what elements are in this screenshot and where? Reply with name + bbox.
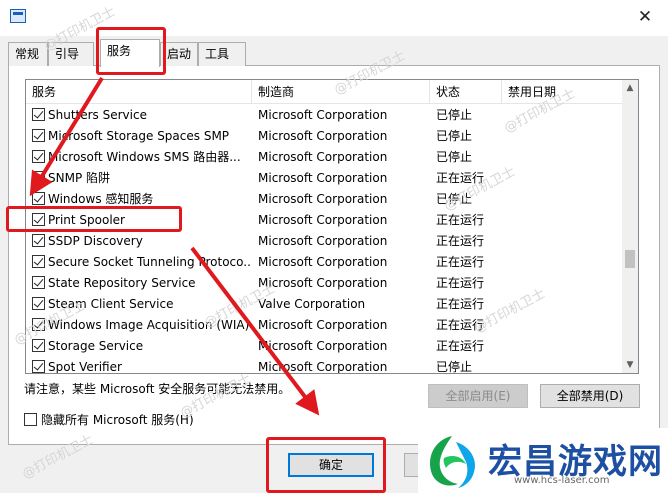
system-config-app-icon xyxy=(10,9,26,23)
table-row[interactable]: Windows 感知服务 Microsoft Corporation 已停止 xyxy=(26,189,622,210)
services-list[interactable]: 服务 制造商 状态 禁用日期 Shutters Service Microsoft… xyxy=(25,79,639,374)
service-name: Steam Client Service xyxy=(48,297,174,311)
service-name: Windows 感知服务 xyxy=(48,192,154,206)
service-checkbox[interactable] xyxy=(32,360,45,373)
column-manufacturer[interactable]: 制造商 xyxy=(252,80,430,104)
table-row[interactable]: Print Spooler Microsoft Corporation 正在运行 xyxy=(26,210,622,231)
table-row[interactable]: Microsoft Windows SMS 路由器... Microsoft Co… xyxy=(26,147,622,168)
service-status: 已停止 xyxy=(436,192,473,206)
tab-general[interactable]: 常规 xyxy=(8,42,48,66)
service-name: Shutters Service xyxy=(48,108,147,122)
scroll-thumb[interactable] xyxy=(625,250,635,268)
close-icon[interactable]: ✕ xyxy=(630,4,660,30)
service-manufacturer: Microsoft Corporation xyxy=(258,192,388,206)
service-manufacturer: Microsoft Corporation xyxy=(258,255,388,269)
enable-all-button[interactable]: 全部启用(E) xyxy=(428,384,528,408)
service-status: 已停止 xyxy=(436,150,473,164)
ok-button[interactable]: 确定 xyxy=(288,453,374,477)
tab-services[interactable]: 服务 xyxy=(100,39,160,67)
service-name: State Repository Service xyxy=(48,276,196,290)
column-status[interactable]: 状态 xyxy=(430,80,502,104)
service-status: 正在运行 xyxy=(436,297,485,311)
service-manufacturer: Microsoft Corporation xyxy=(258,171,388,185)
table-row[interactable]: Shutters Service Microsoft Corporation 已停止 xyxy=(26,105,622,126)
service-name: SNMP 陷阱 xyxy=(48,171,110,185)
disable-all-button[interactable]: 全部禁用(D) xyxy=(540,384,640,408)
service-status: 已停止 xyxy=(436,108,473,122)
service-manufacturer: Microsoft Corporation xyxy=(258,129,388,143)
service-manufacturer: Microsoft Corporation xyxy=(258,213,388,227)
scroll-up-icon[interactable]: ▲ xyxy=(622,80,638,96)
service-checkbox[interactable] xyxy=(32,255,45,268)
service-status: 正在运行 xyxy=(436,339,485,353)
brand-watermark: 宏昌游戏网 www.hcs-laser.com xyxy=(418,428,668,493)
table-row[interactable]: Windows Image Acquisition (WIA) Microsoft… xyxy=(26,315,622,336)
service-name: Storage Service xyxy=(48,339,144,353)
service-status: 正在运行 xyxy=(436,255,485,269)
service-checkbox[interactable] xyxy=(32,276,45,289)
service-status: 正在运行 xyxy=(436,234,485,248)
service-checkbox[interactable] xyxy=(32,318,45,331)
table-row[interactable]: State Repository Service Microsoft Corpor… xyxy=(26,273,622,294)
service-name: SSDP Discovery xyxy=(48,234,143,248)
hide-ms-services-checkbox[interactable] xyxy=(24,413,37,426)
service-checkbox[interactable] xyxy=(32,171,45,184)
column-disabled-date[interactable]: 禁用日期 xyxy=(502,80,622,104)
service-status: 正在运行 xyxy=(436,171,485,185)
service-status: 已停止 xyxy=(436,129,473,143)
service-status: 已停止 xyxy=(436,360,473,374)
service-manufacturer: Microsoft Corporation xyxy=(258,339,388,353)
service-manufacturer: Microsoft Corporation xyxy=(258,234,388,248)
vertical-scrollbar[interactable]: ▲ ▼ xyxy=(622,80,638,373)
service-checkbox[interactable] xyxy=(32,150,45,163)
service-checkbox[interactable] xyxy=(32,234,45,247)
service-checkbox[interactable] xyxy=(32,297,45,310)
service-checkbox[interactable] xyxy=(32,129,45,142)
service-name: Windows Image Acquisition (WIA) xyxy=(48,318,250,332)
title-bar: ✕ xyxy=(0,0,668,36)
table-row[interactable]: SNMP 陷阱 Microsoft Corporation 正在运行 xyxy=(26,168,622,189)
brand-url: www.hcs-laser.com xyxy=(514,475,610,486)
service-manufacturer: Microsoft Corporation xyxy=(258,318,388,332)
table-row[interactable]: SSDP Discovery Microsoft Corporation 正在运行 xyxy=(26,231,622,252)
service-name: Microsoft Storage Spaces SMP xyxy=(48,129,230,143)
service-name: Microsoft Windows SMS 路由器... xyxy=(48,150,241,164)
tab-startup[interactable]: 启动 xyxy=(160,42,198,66)
service-rows: Shutters Service Microsoft Corporation 已停止… xyxy=(26,105,622,374)
table-row[interactable]: Spot Verifier Microsoft Corporation 已停止 xyxy=(26,357,622,374)
service-manufacturer: Valve Corporation xyxy=(258,297,366,311)
service-status: 正在运行 xyxy=(436,213,485,227)
table-row[interactable]: Storage Service Microsoft Corporation 正在运行 xyxy=(26,336,622,357)
service-manufacturer: Microsoft Corporation xyxy=(258,360,388,374)
service-status: 正在运行 xyxy=(436,276,485,290)
service-checkbox[interactable] xyxy=(32,192,45,205)
tab-tools[interactable]: 工具 xyxy=(198,42,246,66)
service-name: Secure Socket Tunneling Protoco... xyxy=(48,255,250,269)
service-checkbox[interactable] xyxy=(32,339,45,352)
column-service[interactable]: 服务 xyxy=(26,80,252,104)
brand-logo-icon xyxy=(430,436,476,488)
service-checkbox[interactable] xyxy=(32,213,45,226)
scroll-down-icon[interactable]: ▼ xyxy=(622,357,638,373)
service-manufacturer: Microsoft Corporation xyxy=(258,150,388,164)
table-row[interactable]: Steam Client Service Valve Corporation 正在运… xyxy=(26,294,622,315)
service-checkbox[interactable] xyxy=(32,108,45,121)
service-name: Print Spooler xyxy=(48,213,125,227)
service-name: Spot Verifier xyxy=(48,360,122,374)
security-notice: 请注意，某些 Microsoft 安全服务可能无法禁用。 xyxy=(24,382,291,396)
list-header: 服务 制造商 状态 禁用日期 xyxy=(26,80,622,104)
table-row[interactable]: Microsoft Storage Spaces SMP Microsoft Co… xyxy=(26,126,622,147)
hide-ms-services-label: 隐藏所有 Microsoft 服务(H) xyxy=(41,413,194,427)
service-manufacturer: Microsoft Corporation xyxy=(258,276,388,290)
service-status: 正在运行 xyxy=(436,318,485,332)
tab-boot[interactable]: 引导 xyxy=(48,42,94,66)
table-row[interactable]: Secure Socket Tunneling Protoco... Micros… xyxy=(26,252,622,273)
service-manufacturer: Microsoft Corporation xyxy=(258,108,388,122)
